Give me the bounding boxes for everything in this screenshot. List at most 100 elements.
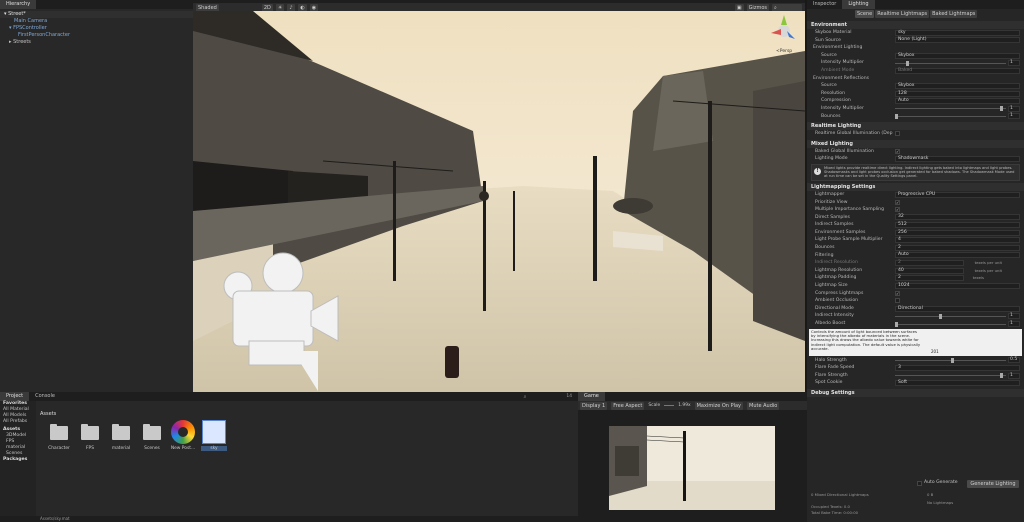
mute-audio-button[interactable]: Mute Audio [747, 401, 780, 410]
tab-inspector[interactable]: Inspector [807, 0, 842, 9]
lighting-mode-dropdown[interactable]: Shadowmask [895, 156, 1020, 163]
prop-indirect-resolution: Indirect Resolution 2 texels per unit [807, 259, 1024, 267]
prop-field[interactable]: 512 [895, 222, 1020, 229]
subtab-baked-lightmaps[interactable]: Baked Lightmaps [930, 10, 978, 18]
prop-sun-source: Sun Source None (Light) [807, 37, 1024, 45]
prop-slider[interactable] [895, 313, 1006, 319]
unit-label: texels per unit [974, 260, 1002, 266]
display-dropdown[interactable]: Display 1 [580, 401, 608, 410]
prop-label: Source [821, 52, 837, 58]
prop-field[interactable]: Soft [895, 380, 1020, 387]
prop-label: Albedo Boost [815, 321, 846, 326]
asset-sky[interactable]: sky [201, 420, 227, 452]
skybox-material-field[interactable]: sky [895, 29, 1020, 36]
section-realtime-lighting[interactable]: Realtime Lighting [807, 122, 1024, 131]
tab-hierarchy[interactable]: Hierarchy [0, 0, 37, 9]
asset-scenes[interactable]: Scenes [139, 420, 165, 452]
asset-material[interactable]: material [108, 420, 134, 452]
tab-console[interactable]: Console [29, 392, 61, 401]
prop-slider[interactable] [895, 321, 1006, 327]
tab-game[interactable]: Game [578, 392, 605, 401]
subtab-realtime-lightmaps[interactable]: Realtime Lightmaps [875, 10, 930, 18]
intensity-slider[interactable] [895, 60, 1006, 66]
prop-field[interactable]: 40 [895, 267, 964, 274]
env-lighting-heading: Environment Lighting [807, 44, 1024, 52]
prop-label: Flare Strength [815, 372, 848, 378]
section-debug-settings[interactable]: Debug Settings [807, 388, 1024, 397]
prop-field[interactable]: 2 [895, 244, 1020, 251]
assets-breadcrumb[interactable]: Assets [40, 411, 56, 417]
intensity-value[interactable]: 1 [1008, 60, 1020, 67]
prop-intensity-multiplier: Intensity Multiplier 1 [807, 59, 1024, 67]
unit-label: texels [972, 275, 984, 281]
tree-item-label: FPSController [13, 25, 47, 31]
tab-lighting[interactable]: Lighting [842, 0, 875, 9]
prop-field[interactable]: Progressive CPU [895, 191, 1020, 198]
prop-checkbox[interactable] [895, 298, 900, 304]
prop-field[interactable]: 2 [895, 275, 964, 282]
asset-fps[interactable]: FPS [77, 420, 103, 452]
packages-heading[interactable]: Packages [0, 457, 36, 463]
generate-lighting-button[interactable]: Generate Lighting [967, 480, 1019, 488]
baked-gi-checkbox[interactable]: ✓ [895, 148, 900, 154]
prop-slider[interactable] [895, 373, 1006, 379]
section-lightmapping-settings[interactable]: Lightmapping Settings [807, 182, 1024, 191]
prop-value[interactable]: 1 [1008, 320, 1020, 327]
favorite-all-prefabs[interactable]: All Prefabs [0, 419, 36, 425]
prop-value[interactable]: 1 [1008, 313, 1020, 320]
aspect-dropdown[interactable]: Free Aspect [611, 401, 645, 410]
maximize-on-play-button[interactable]: Maximize On Play [694, 401, 743, 410]
tree-item-streets[interactable]: ▸ Streets [0, 39, 193, 46]
refl-intensity-value[interactable]: 1 [1008, 105, 1020, 112]
prop-checkbox[interactable]: ✓ [895, 207, 900, 213]
asset-new-post-[interactable]: New Post... [170, 420, 196, 452]
prop-field[interactable]: 2 [895, 260, 964, 267]
prop-checkbox[interactable]: ✓ [895, 290, 900, 296]
prop-field[interactable]: 4 [895, 237, 1020, 244]
refl-compression-dropdown[interactable]: Auto [895, 98, 1020, 105]
refl-source-dropdown[interactable]: Skybox [895, 82, 1020, 89]
refl-resolution-dropdown[interactable]: 128 [895, 90, 1020, 97]
realtime-gi-checkbox[interactable] [895, 131, 900, 137]
project-tree: Favorites All Material All Models All Pr… [0, 401, 36, 522]
env-source-dropdown[interactable]: Skybox [895, 52, 1020, 59]
refl-bounces-slider[interactable] [895, 114, 1006, 120]
refl-intensity-slider[interactable] [895, 106, 1006, 112]
tab-project[interactable]: Project [0, 392, 30, 401]
prop-field[interactable]: Auto [895, 252, 1020, 259]
ambient-mode-dropdown[interactable]: Baked [895, 67, 1020, 74]
prop-refl-bounces: Bounces 1 [807, 113, 1024, 121]
subtab-scene[interactable]: Scene [855, 10, 875, 18]
tree-item-street[interactable]: ▾ Street* [0, 11, 193, 18]
asset-character[interactable]: Character [46, 420, 72, 452]
prop-field[interactable]: Directional [895, 305, 1020, 312]
section-mixed-lighting[interactable]: Mixed Lighting [807, 139, 1024, 148]
selected-asset-path: Assets/sky.mat [40, 516, 70, 521]
tree-item-main-camera[interactable]: Main Camera [0, 18, 193, 25]
search-icon[interactable]: ⌕ [524, 394, 527, 400]
refl-bounces-value[interactable]: 1 [1008, 113, 1020, 120]
prop-indirect-samples: Indirect Samples 512 [807, 221, 1024, 229]
prop-field[interactable]: 1024 [895, 282, 1020, 289]
auto-generate-checkbox[interactable] [917, 481, 922, 486]
prop-value[interactable]: 0.5 [1008, 357, 1020, 364]
game-panel: Game Display 1 Free Aspect Scale 1.99x M… [578, 392, 807, 522]
scene-viewport[interactable]: <Persp [193, 11, 805, 392]
prop-baked-gi: Baked Global Illumination ✓ [807, 148, 1024, 156]
prop-field[interactable]: 3 [895, 364, 1020, 371]
stat-mixed-lightmaps: 0 Mixed Directional Lightmaps [811, 492, 869, 497]
prop-slider[interactable] [895, 358, 1006, 364]
sun-source-field[interactable]: None (Light) [895, 37, 1020, 44]
persp-label[interactable]: <Persp [776, 49, 792, 54]
prop-checkbox[interactable]: ✓ [895, 199, 900, 205]
prop-field[interactable]: 32 [895, 214, 1020, 221]
game-view[interactable] [609, 426, 775, 510]
tree-item-firstpersoncharacter[interactable]: FirstPersonCharacter [0, 32, 193, 39]
scale-slider[interactable] [664, 405, 675, 406]
prop-field[interactable]: 256 [895, 229, 1020, 236]
tree-item-fpscontroller[interactable]: ▾ FPSController [0, 25, 193, 32]
prop-label: Bounces [815, 245, 835, 251]
scene-render [193, 11, 805, 392]
section-environment[interactable]: Environment [807, 21, 1024, 29]
prop-value[interactable]: 1 [1008, 372, 1020, 379]
